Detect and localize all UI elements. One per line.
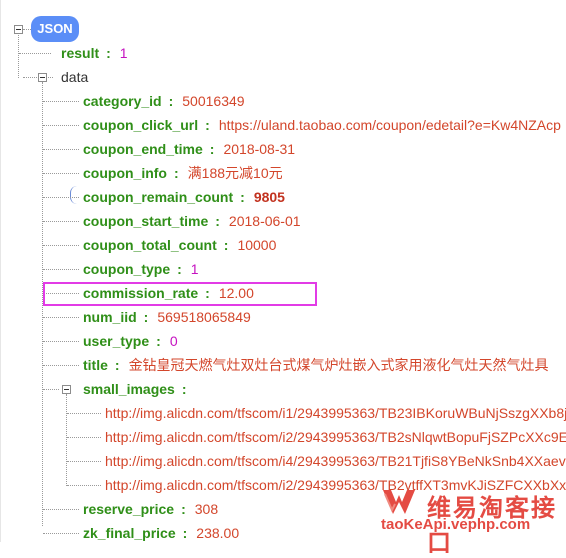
small-image-url[interactable]: http://img.alicdn.com/tfscom/i4/29439953… [105,449,566,473]
zk-final-price-value: 238.00 [196,525,240,541]
category-id-row: category_id:50016349 [83,89,245,113]
coupon-click-url-key: coupon_click_url [83,117,199,133]
tree-connector [43,509,79,510]
tree-connector [43,269,79,270]
vephp-watermark-logo: 维易淘客接口 taoKeApi.vephp.com [381,486,566,557]
reserve-price-key: reserve_price [83,501,175,517]
tree-connector [18,33,19,78]
json-viewer: JSON result:1 data category_id:50016349 c… [0,0,566,557]
reserve-price-row: reserve_price:308 [83,497,218,521]
colon: : [156,333,161,349]
category-id-key: category_id [83,93,162,109]
coupon-click-url-row: coupon_click_url: https://uland.taobao.co… [83,113,561,137]
watermark-url: taoKeApi.vephp.com [381,516,531,533]
coupon-total-count-key: coupon_total_count [83,237,217,253]
result-value: 1 [119,45,128,61]
coupon-total-count-value: 10000 [237,237,277,253]
collapse-root-toggle[interactable] [14,25,23,34]
tree-connector [43,245,79,246]
colon: : [106,45,111,61]
zk-final-price-key: zk_final_price [83,525,176,541]
tree-connector [67,485,101,486]
colon: : [114,357,120,373]
tree-connector [23,29,31,30]
tree-connector [67,461,101,462]
tree-connector [43,365,79,366]
tree-connector [43,317,79,318]
coupon-remain-count-row: coupon_remain_count:9805 [83,185,285,209]
colon: : [223,237,229,253]
num-iid-key: num_iid [83,309,137,325]
coupon-remain-count-key: coupon_remain_count [83,189,234,205]
coupon-end-time-row: coupon_end_time:2018-08-31 [83,137,295,161]
colon: : [168,93,174,109]
tree-connector [67,413,101,414]
colon: : [215,213,220,229]
small-images-key: small_images [83,381,175,397]
tree-connector [43,533,79,534]
tree-connector [66,394,67,486]
title-row: title: 金钻皇冠天燃气灶双灶台式煤气炉灶嵌入式家用液化气灶天然气灶具 [83,353,549,377]
coupon-start-time-row: coupon_start_time:2018-06-01 [83,209,301,233]
user-type-value: 0 [169,333,178,349]
coupon-type-value: 1 [190,261,199,277]
colon: : [205,117,210,133]
tree-connector [43,101,79,102]
num-iid-row: num_iid:569518065849 [83,305,251,329]
tree-connector [43,125,79,126]
tree-connector [19,53,51,54]
coupon-info-key: coupon_info [83,165,167,181]
root-json-badge[interactable]: JSON [31,16,79,42]
data-node-label[interactable]: data [61,65,88,89]
coupon-start-time-value: 2018-06-01 [228,213,301,229]
tree-connector [43,341,79,342]
colon: : [177,261,182,277]
collapse-small-images-toggle[interactable] [62,385,71,394]
coupon-end-time-key: coupon_end_time [83,141,203,157]
colon: : [174,165,179,181]
category-id-value: 50016349 [182,93,245,109]
colon: : [240,189,245,205]
tree-connector [67,437,101,438]
coupon-info-row: coupon_info: 满188元减10元 [83,161,283,185]
num-iid-value: 569518065849 [157,309,251,325]
small-image-url[interactable]: http://img.alicdn.com/tfscom/i2/29439953… [105,425,566,449]
colon: : [181,501,186,517]
coupon-start-time-key: coupon_start_time [83,213,209,229]
zk-final-price-row: zk_final_price:238.00 [83,521,239,545]
user-type-row: user_type:0 [83,329,178,353]
small-image-url[interactable]: http://img.alicdn.com/tfscom/i1/29439953… [105,401,566,425]
colon: : [181,381,187,397]
vephp-logo-icon [383,490,415,514]
coupon-type-row: coupon_type:1 [83,257,199,281]
coupon-type-key: coupon_type [83,261,171,277]
coupon-remain-count-value: 9805 [253,189,285,205]
result-row: result:1 [61,41,128,65]
user-type-key: user_type [83,333,150,349]
colon: : [209,141,215,157]
tree-connector [43,221,79,222]
text-cursor-bracket [70,186,77,204]
collapse-data-toggle[interactable] [38,73,47,82]
small-images-node[interactable]: small_images: [83,377,196,401]
coupon-info-value: 满188元减10元 [187,165,283,181]
tree-connector [43,389,59,390]
coupon-end-time-value: 2018-08-31 [223,141,296,157]
title-key: title [83,357,108,373]
coupon-click-url-value: https://uland.taobao.com/coupon/edetail?… [218,117,561,133]
coupon-total-count-row: coupon_total_count:10000 [83,233,276,257]
title-value: 金钻皇冠天燃气灶双灶台式煤气炉灶嵌入式家用液化气灶天然气灶具 [128,357,549,373]
reserve-price-value: 308 [194,501,219,517]
tree-connector [43,173,79,174]
tree-connector [43,197,79,198]
colon: : [182,525,188,541]
tree-connector [43,149,79,150]
commission-rate-highlight-box [43,282,317,306]
colon: : [143,309,149,325]
result-key: result [61,45,100,61]
